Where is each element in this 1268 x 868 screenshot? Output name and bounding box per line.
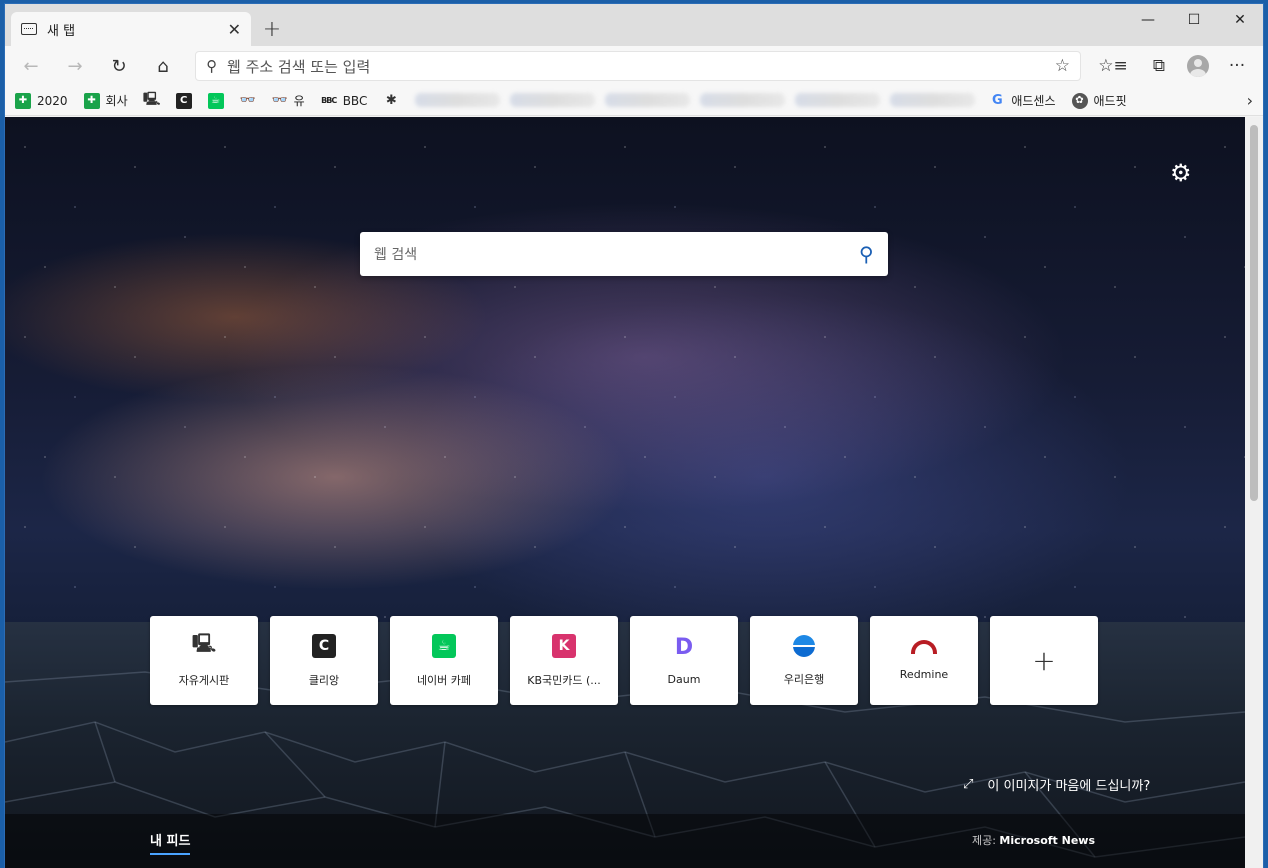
- toolbar: ← → ↻ ⌂ ⚲ 웹 주소 검색 또는 입력 ☆ ☆≡ ⧉ ···: [5, 46, 1263, 86]
- board-icon: 🖳: [192, 632, 217, 654]
- bookmark-yu[interactable]: 👓 유: [272, 92, 305, 109]
- address-input[interactable]: 웹 주소 검색 또는 입력: [227, 56, 1055, 77]
- web-search-input[interactable]: 웹 검색: [374, 244, 859, 264]
- add-quick-link-button[interactable]: +: [990, 616, 1098, 705]
- bookmark-bbc[interactable]: BBC BBC: [321, 93, 367, 109]
- naver-cafe-icon: ☕: [432, 633, 456, 658]
- quick-link-tile[interactable]: K KB국민카드 (...: [510, 616, 618, 705]
- tab-close-icon[interactable]: ✕: [228, 20, 241, 39]
- tile-label: 네이버 카페: [416, 673, 472, 687]
- page-settings-gear-icon[interactable]: ⚙: [1170, 159, 1192, 187]
- toolbar-actions: ☆≡ ⧉ ···: [1095, 50, 1255, 82]
- tab-my-feed[interactable]: 내 피드: [150, 830, 191, 855]
- settings-more-button[interactable]: ···: [1219, 50, 1255, 82]
- browser-window: 새 탭 ✕ + — ☐ ✕ ← → ↻ ⌂ ⚲ 웹 주소 검색 또는 입력 ☆ …: [5, 4, 1263, 868]
- daum-icon: D: [674, 634, 694, 660]
- plus-icon: +: [1032, 644, 1056, 677]
- glasses-icon: 👓: [271, 93, 288, 108]
- quick-link-tile[interactable]: ☕ 네이버 카페: [390, 616, 498, 705]
- profile-avatar[interactable]: [1187, 55, 1209, 77]
- scrollbar-thumb[interactable]: [1250, 125, 1258, 501]
- tile-label: KB국민카드 (...: [527, 673, 601, 687]
- tab-title: 새 탭: [47, 23, 76, 39]
- page-scrollbar[interactable]: [1245, 117, 1263, 868]
- like-image-text: 이 이미지가 마음에 드십니까?: [987, 779, 1151, 794]
- news-feed-bar: 내 피드 제공: Microsoft News: [5, 814, 1245, 868]
- forward-button[interactable]: →: [57, 50, 93, 82]
- quick-link-tile[interactable]: 🖳 자유게시판: [150, 616, 258, 705]
- add-favorite-button[interactable]: ☆: [1055, 56, 1070, 76]
- maximize-button[interactable]: ☐: [1171, 4, 1217, 36]
- bookmark-glasses[interactable]: 👓: [240, 93, 256, 109]
- glasses-icon: 👓: [239, 93, 256, 108]
- quick-link-tile[interactable]: Redmine: [870, 616, 978, 705]
- tile-label: 우리은행: [783, 672, 825, 686]
- address-bar[interactable]: ⚲ 웹 주소 검색 또는 입력 ☆: [195, 51, 1081, 81]
- close-window-button[interactable]: ✕: [1217, 4, 1263, 36]
- web-search-box[interactable]: 웹 검색 ⚲: [360, 232, 888, 276]
- back-button[interactable]: ←: [13, 50, 49, 82]
- sheets-icon: ✚: [83, 92, 100, 109]
- bookmark-clien[interactable]: C: [175, 92, 192, 109]
- collections-button[interactable]: ⧉: [1141, 50, 1177, 82]
- bookmark-pinwheel[interactable]: ✱: [383, 93, 399, 109]
- search-icon[interactable]: ⚲: [859, 242, 874, 266]
- window-controls: — ☐ ✕: [1125, 4, 1263, 36]
- clien-icon: C: [175, 92, 192, 109]
- bookmark-board[interactable]: 🖳: [142, 91, 161, 109]
- blurred-bookmarks: [415, 92, 976, 109]
- bookmark-company[interactable]: ✚ 회사: [83, 92, 128, 109]
- kb-card-icon: K: [552, 633, 576, 658]
- chevron-right-icon[interactable]: ›: [1247, 91, 1253, 110]
- minimize-button[interactable]: —: [1125, 4, 1171, 36]
- quick-link-tile[interactable]: D Daum: [630, 616, 738, 705]
- bookmark-adfit[interactable]: ✿ 애드핏: [1071, 92, 1127, 109]
- new-tab-button[interactable]: +: [255, 12, 289, 46]
- new-tab-page: ⚙ 웹 검색 ⚲ 🖳 자유게시판 C 클리앙 ☕ 네이버 카페 K KB국민카드…: [5, 117, 1245, 868]
- redmine-icon: [911, 640, 937, 654]
- tile-label: 자유게시판: [178, 673, 230, 687]
- expand-icon: ⤢: [963, 777, 974, 792]
- google-icon: G: [991, 93, 1003, 108]
- naver-cafe-icon: ☕: [207, 92, 224, 109]
- quick-links: 🖳 자유게시판 C 클리앙 ☕ 네이버 카페 K KB국민카드 (... D D…: [150, 616, 1098, 705]
- quick-link-tile[interactable]: C 클리앙: [270, 616, 378, 705]
- search-icon: ⚲: [206, 57, 217, 75]
- tile-label: 클리앙: [308, 673, 340, 687]
- board-icon: 🖳: [142, 91, 161, 107]
- favorites-bar: ✚ 2020 ✚ 회사 🖳 C ☕ 👓 👓 유 BBC BBC ✱ G 애드센스…: [5, 86, 1263, 116]
- refresh-button[interactable]: ↻: [101, 50, 137, 82]
- provider-credit: 제공: Microsoft News: [971, 834, 1095, 847]
- tab-strip: 새 탭 ✕ + — ☐ ✕: [5, 4, 1263, 46]
- tile-label: Daum: [667, 673, 701, 686]
- home-button[interactable]: ⌂: [145, 50, 181, 82]
- bookmark-naver-cafe[interactable]: ☕: [207, 92, 224, 109]
- bbc-icon: BBC: [321, 96, 337, 105]
- woori-bank-icon: [793, 634, 815, 657]
- tile-label: Redmine: [899, 668, 949, 681]
- adfit-icon: ✿: [1071, 92, 1088, 109]
- bookmark-adsense[interactable]: G 애드센스: [989, 92, 1056, 109]
- newtab-page-icon: [21, 23, 37, 35]
- like-image-prompt[interactable]: ⤢ 이 이미지가 마음에 드십니까?: [963, 775, 1150, 794]
- clien-icon: C: [312, 633, 336, 658]
- bookmark-2020[interactable]: ✚ 2020: [15, 92, 68, 109]
- sheets-icon: ✚: [15, 92, 31, 109]
- favorites-button[interactable]: ☆≡: [1095, 50, 1131, 82]
- tab-new-tab[interactable]: 새 탭 ✕: [11, 12, 251, 46]
- pinwheel-icon: ✱: [385, 93, 397, 108]
- quick-link-tile[interactable]: 우리은행: [750, 616, 858, 705]
